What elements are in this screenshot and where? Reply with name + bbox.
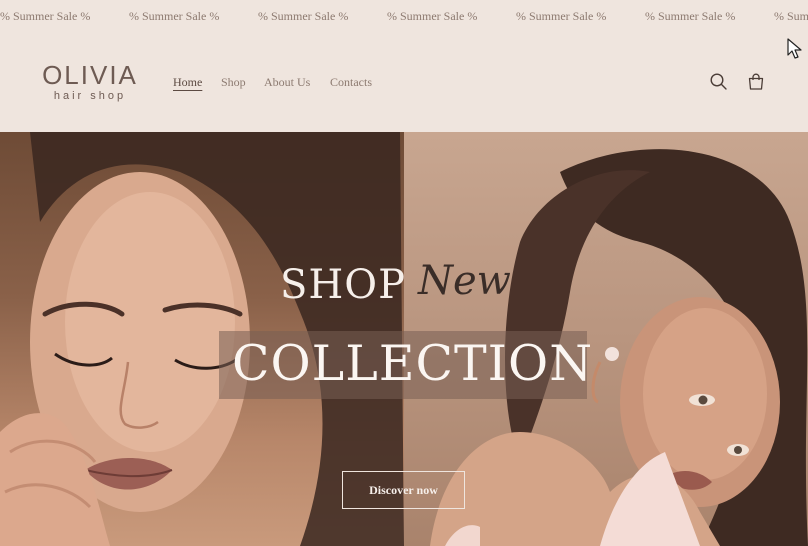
logo-tagline: hair shop — [53, 90, 127, 102]
nav-home[interactable]: Home — [173, 75, 202, 90]
nav-contacts[interactable]: Contacts — [330, 75, 372, 90]
site-header: OLIVIA hair shop Home Shop About Us Cont… — [0, 36, 808, 132]
logo-wordmark: OLIVIA — [42, 60, 138, 90]
announcement-item: % Summer Sale % — [516, 9, 607, 23]
announcement-track: % Summer Sale % % Summer Sale % % Summer S… — [0, 9, 808, 24]
discover-now-button[interactable]: Discover now — [342, 471, 465, 509]
search-icon[interactable] — [709, 72, 729, 92]
cart-icon[interactable] — [746, 72, 766, 92]
announcement-item: % Summer Sale % — [645, 9, 736, 23]
announcement-item: % Summer Sale % — [258, 9, 349, 23]
announcement-item: % Summer Sale % — [387, 9, 478, 23]
nav-shop[interactable]: Shop — [221, 75, 246, 90]
announcement-item: % Summer Sale % — [774, 9, 808, 23]
announcement-bar: % Summer Sale % % Summer Sale % % Summer S… — [0, 0, 808, 36]
hero-banner: SHOP New COLLECTION Discover now — [0, 132, 808, 546]
announcement-item: % Summer Sale % — [0, 9, 91, 23]
logo[interactable]: OLIVIA hair shop — [40, 62, 140, 104]
announcement-item: % Summer Sale % — [129, 9, 220, 23]
mouse-cursor-icon — [787, 38, 803, 60]
hero-headline-shop: SHOP — [280, 262, 406, 308]
hero-headline-collection: COLLECTION — [232, 335, 594, 392]
hero-headline-new: New — [418, 258, 511, 304]
nav-about-us[interactable]: About Us — [264, 75, 310, 90]
